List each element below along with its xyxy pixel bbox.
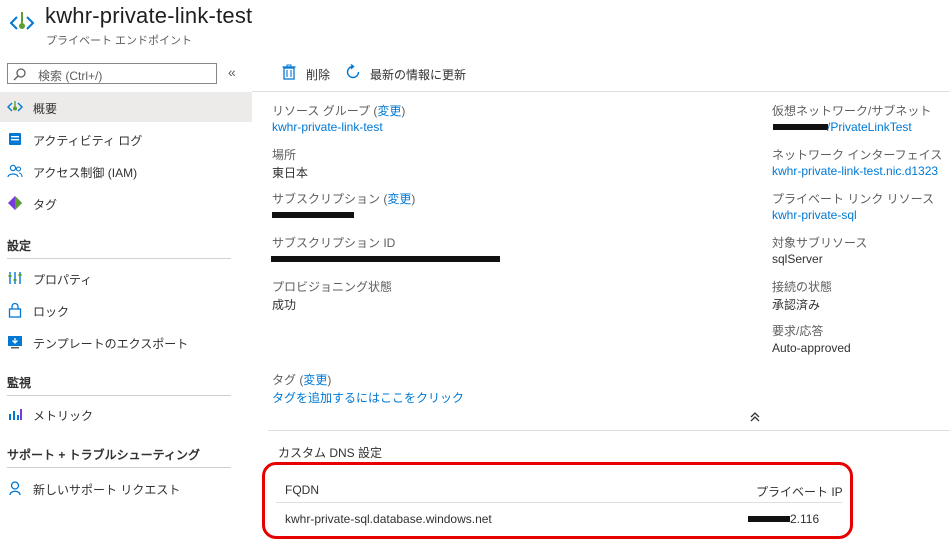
trash-icon <box>282 64 296 80</box>
resource-group-value[interactable]: kwhr-private-link-test <box>272 120 383 134</box>
essentials-divider <box>268 430 950 431</box>
section-settings: 設定 <box>7 239 32 253</box>
nic-link[interactable]: kwhr-private-link-test.nic.d1323 <box>772 164 950 178</box>
main-content: 削除 最新の情報に更新 リソース グループ (変更) kwhr-private-… <box>252 52 950 542</box>
column-header-fqdn: FQDN <box>285 483 319 497</box>
tag-icon <box>8 196 22 210</box>
sidebar-item-overview[interactable]: 概要 <box>0 92 252 122</box>
chevron-up-icon[interactable] <box>749 411 761 423</box>
dns-table-header: FQDN プライベート IP <box>276 475 843 503</box>
private-endpoint-icon <box>9 12 35 30</box>
section-monitoring: 監視 <box>7 376 32 390</box>
sidebar-item-activity-log[interactable]: アクティビティ ログ <box>0 124 252 154</box>
sidebar-item-tags[interactable]: タグ <box>0 188 252 218</box>
connection-state-value: 承認済み <box>772 298 821 312</box>
people-icon <box>7 164 23 178</box>
change-subscription-link[interactable]: 変更 <box>387 192 411 206</box>
target-subresource-label: 対象サブリソース <box>772 236 868 250</box>
private-link-resource-label: プライベート リンク リソース <box>772 192 935 206</box>
sidebar-item-label: アクティビティ ログ <box>33 134 143 148</box>
refresh-button[interactable]: 最新の情報に更新 <box>345 63 475 83</box>
sidebar-item-metrics[interactable]: メトリック <box>0 399 252 429</box>
collapse-menu-icon[interactable]: « <box>228 64 236 80</box>
page-subtitle: プライベート エンドポイント <box>46 35 193 47</box>
subscription-label: サブスクリプション (変更) <box>272 192 416 206</box>
command-bar: 削除 最新の情報に更新 <box>252 52 950 92</box>
sidebar-item-support-request[interactable]: 新しいサポート リクエスト <box>0 473 252 503</box>
resource-group-label-text: リソース グループ <box>272 104 371 118</box>
nic-label: ネットワーク インターフェイス <box>772 148 943 162</box>
add-tags-link[interactable]: タグを追加するにはここをクリック <box>272 389 464 406</box>
export-template-icon <box>8 336 22 349</box>
fqdn-cell: kwhr-private-sql.database.windows.net <box>285 512 492 526</box>
provisioning-state-label: プロビジョニング状態 <box>272 280 393 294</box>
connection-state-label: 接続の状態 <box>772 280 833 294</box>
sidebar-item-label: 新しいサポート リクエスト <box>33 483 181 497</box>
resource-menu: 検索 (Ctrl+/) « 概要 アクティビティ ログ アクセス制御 (IAM) <box>0 52 252 542</box>
vnet-subnet-link[interactable]: /PrivateLinkTest <box>827 120 912 134</box>
search-input[interactable]: 検索 (Ctrl+/) <box>7 63 217 84</box>
redacted-subscription-id <box>271 256 500 262</box>
properties-icon <box>8 272 22 284</box>
column-header-private-ip: プライベート IP <box>756 485 843 499</box>
provisioning-state-value: 成功 <box>272 298 297 312</box>
sidebar-item-label: ロック <box>33 305 70 319</box>
resource-group-label: リソース グループ (変更) <box>272 104 406 118</box>
sidebar-item-locks[interactable]: ロック <box>0 295 252 325</box>
sidebar-item-label: プロパティ <box>33 273 93 287</box>
change-tags-link[interactable]: 変更 <box>303 373 327 387</box>
search-placeholder: 検索 (Ctrl+/) <box>38 69 103 83</box>
vnet-label: 仮想ネットワーク/サブネット <box>772 104 932 118</box>
lock-icon <box>8 302 22 318</box>
sidebar-item-iam[interactable]: アクセス制御 (IAM) <box>0 156 252 186</box>
target-subresource-value: sqlServer <box>772 252 823 266</box>
section-divider <box>7 395 231 396</box>
section-divider <box>7 467 231 468</box>
sidebar-item-label: タグ <box>33 198 58 212</box>
change-resource-group-link[interactable]: 変更 <box>377 104 401 118</box>
refresh-icon <box>346 64 360 79</box>
tags-label: タグ (変更) <box>272 373 332 387</box>
request-response-value: Auto-approved <box>772 341 851 355</box>
tags-label-text: タグ <box>272 373 297 387</box>
table-row: kwhr-private-sql.database.windows.net 2.… <box>276 504 842 534</box>
request-response-label: 要求/応答 <box>772 324 824 338</box>
redacted-vnet-name <box>773 124 828 130</box>
location-value: 東日本 <box>272 166 309 180</box>
subscription-label-text: サブスクリプション <box>272 192 381 206</box>
redacted-subscription <box>272 212 354 218</box>
sidebar-item-label: 概要 <box>33 102 58 116</box>
support-icon <box>9 481 21 496</box>
metrics-icon <box>9 409 22 420</box>
section-divider <box>7 258 231 259</box>
subscription-id-label: サブスクリプション ID <box>272 236 396 250</box>
redacted-ip <box>748 516 790 522</box>
sidebar-item-properties[interactable]: プロパティ <box>0 263 252 293</box>
sidebar-item-label: アクセス制御 (IAM) <box>33 166 138 180</box>
delete-button[interactable]: 削除 <box>281 63 336 83</box>
sidebar-item-label: テンプレートのエクスポート <box>33 337 189 351</box>
section-support: サポート + トラブルシューティング <box>7 448 200 462</box>
private-link-resource-link[interactable]: kwhr-private-sql <box>772 208 857 222</box>
delete-label: 削除 <box>306 68 331 82</box>
sidebar-item-label: メトリック <box>33 409 94 423</box>
search-icon <box>13 68 26 81</box>
activity-log-icon <box>9 133 21 145</box>
endpoint-icon <box>7 101 23 112</box>
blade-header: kwhr-private-link-test プライベート エンドポイント <box>0 0 950 52</box>
custom-dns-title: カスタム DNS 設定 <box>278 446 383 460</box>
location-label: 場所 <box>272 148 297 162</box>
refresh-label: 最新の情報に更新 <box>370 68 467 82</box>
private-ip-cell: 2.116 <box>790 512 820 526</box>
page-title: kwhr-private-link-test <box>45 3 253 28</box>
sidebar-item-export-template[interactable]: テンプレートのエクスポート <box>0 327 252 357</box>
